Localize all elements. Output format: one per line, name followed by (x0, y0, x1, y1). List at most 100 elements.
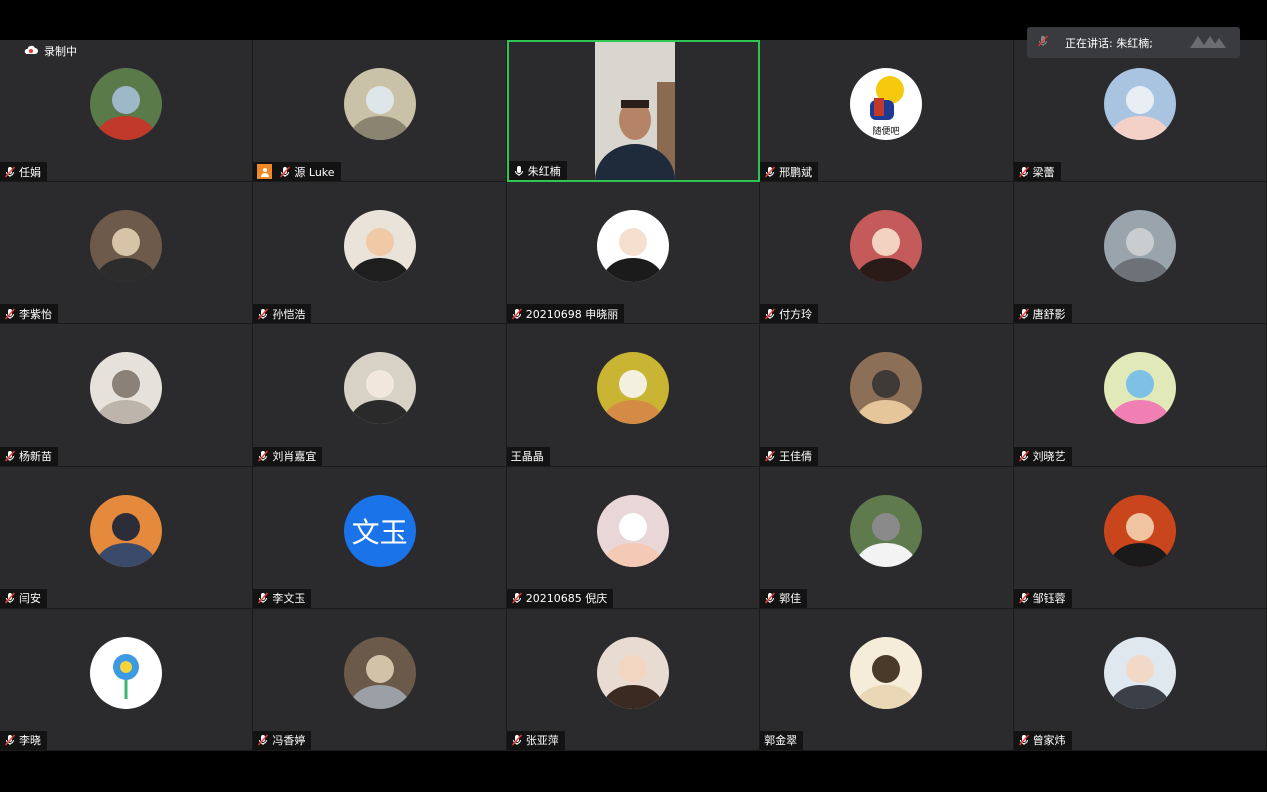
microphone-muted-icon (511, 734, 523, 746)
participant-name: 郭金翠 (764, 734, 798, 748)
svg-text:冷漠: 冷漠 (623, 517, 643, 530)
participant-name-tag: 郭金翠 (760, 730, 804, 750)
participant-name-tag: 邢鹏斌 (760, 162, 819, 182)
microphone-muted-icon (1018, 450, 1030, 462)
avatar (850, 352, 923, 425)
participant-tile[interactable]: 随便吧邢鹏斌 (760, 40, 1014, 183)
participant-name-tag: 唐舒影 (1013, 304, 1072, 324)
avatar (343, 636, 416, 709)
participant-name: 刘晓艺 (1032, 450, 1066, 464)
speaking-label: 正在讲话: 朱红楠; (1065, 36, 1153, 50)
participant-name: 刘肖嘉宜 (272, 450, 317, 464)
avatar (850, 494, 923, 567)
avatar (343, 68, 416, 140)
participant-name-tag: 朱红楠 (508, 161, 567, 181)
participant-name-tag: 冯香婷 (253, 730, 312, 750)
participant-name-tag: 李晓 (0, 730, 47, 750)
avatar: 冷漠 (596, 494, 669, 567)
participant-name: 唐舒影 (1032, 307, 1066, 321)
participant-name: 张亚萍 (525, 734, 559, 748)
participant-name: 李紫怡 (19, 307, 52, 321)
participant-tile[interactable]: 张亚萍 (506, 608, 761, 751)
participant-tile[interactable]: 王晶晶 (506, 324, 761, 467)
participant-tile[interactable]: 冯香婷 (253, 608, 507, 751)
microphone-muted-icon (511, 308, 523, 320)
participant-tile[interactable]: 闫安 (0, 466, 254, 609)
avatar (596, 210, 669, 283)
avatar (1103, 636, 1176, 709)
microphone-muted-icon (4, 166, 16, 178)
avatar (90, 636, 163, 709)
recording-indicator[interactable]: 录制中 (24, 43, 77, 59)
avatar (343, 352, 416, 425)
participant-tile[interactable]: 李紫怡 (0, 182, 254, 325)
participant-tile[interactable]: 李晓 (0, 608, 254, 751)
participant-name: 郭佳 (779, 592, 802, 606)
participant-name: 源 Luke (294, 165, 335, 179)
avatar (1103, 494, 1176, 567)
app-watermark-icon (1188, 34, 1228, 53)
avatar (1103, 352, 1176, 425)
participant-name: 李文玉 (272, 592, 306, 606)
participant-name-tag: 郭佳 (760, 588, 808, 608)
avatar: 随便吧 (850, 68, 923, 140)
participant-name: 曾家炜 (1032, 734, 1066, 748)
participant-tile[interactable]: 曾家炜 (1013, 608, 1267, 751)
participant-name: 20210698 申晓丽 (525, 307, 619, 321)
microphone-muted-icon (764, 308, 776, 320)
participant-tile[interactable]: 朱红楠 (506, 40, 761, 183)
participant-name: 王佳倩 (779, 450, 813, 464)
participant-tile[interactable]: 郭佳 (760, 466, 1014, 609)
participant-name-tag: 李文玉 (253, 588, 312, 608)
avatar (596, 636, 669, 709)
participant-tile[interactable]: 刘晓艺 (1013, 324, 1267, 467)
participant-tile[interactable]: 王佳倩 (760, 324, 1014, 467)
participant-tile[interactable]: 杨新苗 (0, 324, 254, 467)
avatar (850, 210, 923, 283)
participant-name-tag: 曾家炜 (1013, 730, 1072, 750)
avatar (90, 352, 163, 425)
participant-name-tag: 杨新苗 (0, 446, 58, 466)
participant-tile[interactable]: 20210698 申晓丽 (506, 182, 761, 325)
participant-name: 邢鹏斌 (779, 165, 813, 179)
avatar (90, 210, 163, 283)
participant-tile[interactable]: 梁蕾 (1013, 40, 1267, 183)
microphone-muted-icon (4, 734, 16, 746)
participant-tile[interactable]: 孙恺浩 (253, 182, 507, 325)
microphone-muted-icon (1018, 308, 1030, 320)
participant-tile[interactable]: 邹钰蓉 (1013, 466, 1267, 609)
participant-name-tag: 付方玲 (760, 304, 819, 324)
participant-grid: 任娟源 Luke 朱红楠 随便吧 邢鹏斌 梁蕾 李紫怡 孙恺浩 20210698 申晓丽 付方玲… (0, 40, 1267, 751)
participant-tile[interactable]: 源 Luke (253, 40, 507, 183)
participant-name-tag: 王佳倩 (760, 446, 819, 466)
microphone-muted-icon (1018, 592, 1030, 604)
microphone-muted-icon (257, 734, 269, 746)
microphone-muted-icon (4, 308, 16, 320)
participant-tile[interactable]: 刘肖嘉宜 (253, 324, 507, 467)
avatar (90, 494, 163, 567)
host-icon (257, 164, 273, 180)
participant-tile[interactable]: 冷漠 20210685 倪庆 (506, 466, 761, 609)
microphone-muted-icon (257, 592, 269, 604)
microphone-icon (513, 165, 525, 177)
svg-text:随便吧: 随便吧 (873, 125, 900, 137)
avatar (596, 352, 669, 425)
participant-tile[interactable]: 付方玲 (760, 182, 1014, 325)
microphone-muted-icon (4, 450, 16, 462)
microphone-muted-icon (257, 308, 269, 320)
participant-name-tag: 孙恺浩 (253, 304, 312, 324)
participant-tile[interactable]: 唐舒影 (1013, 182, 1267, 325)
avatar: 文玉 (343, 494, 416, 567)
participant-name-tag: 梁蕾 (1013, 162, 1061, 182)
participant-tile[interactable]: 任娟 (0, 40, 254, 183)
participant-tile[interactable]: 文玉李文玉 (253, 466, 507, 609)
participant-name-tag: 张亚萍 (506, 730, 565, 750)
cloud-record-icon (24, 45, 38, 58)
participant-video (594, 42, 675, 181)
avatar (90, 68, 163, 140)
participant-name-tag: 李紫怡 (0, 304, 58, 324)
participant-tile[interactable]: 郭金翠 (760, 608, 1014, 751)
participant-name: 杨新苗 (19, 450, 52, 464)
participant-name-tag: 邹钰蓉 (1013, 588, 1072, 608)
avatar (1103, 210, 1176, 283)
